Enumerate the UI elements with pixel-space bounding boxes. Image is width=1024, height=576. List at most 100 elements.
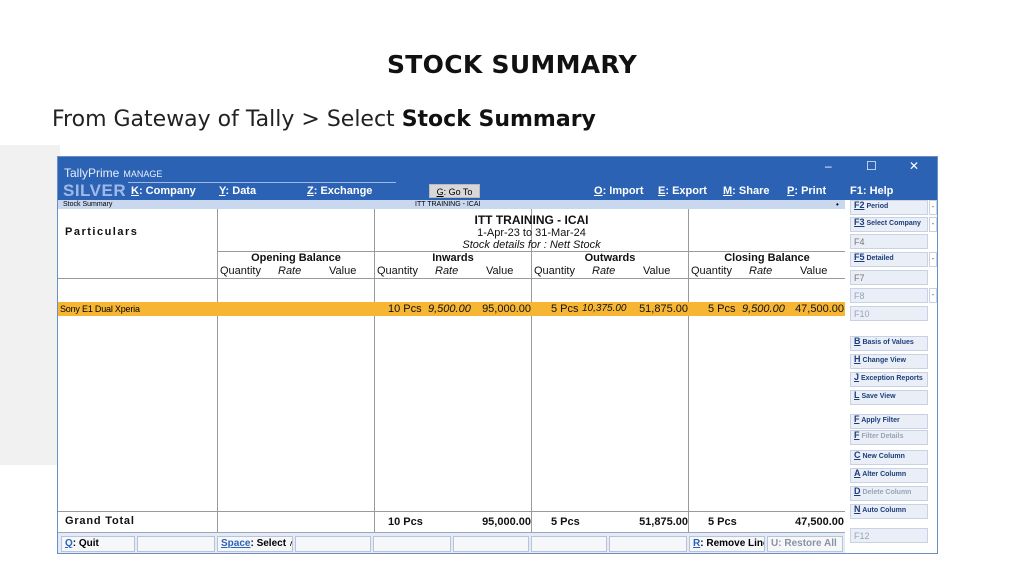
remove-line-button[interactable]: R: Remove Line [689,536,765,552]
sidebar-new-column[interactable]: C New Column [850,450,928,465]
outwards-quantity: 5 Pcs [551,303,579,315]
slide-subtitle: From Gateway of Tally > Select Stock Sum… [52,107,596,132]
col-quantity: Quantity [534,265,575,277]
sidebar-basis-of-values[interactable]: B Basis of Values [850,336,928,351]
tallyprime-window: TallyPrime MANAGE SILVER K: Company Y: Da… [57,156,938,554]
total-divider [58,511,845,512]
group-opening-balance: Opening Balance [251,252,341,264]
menu-data[interactable]: Y: Data [219,185,256,197]
sidebar-detailed[interactable]: F5 Detailed [850,252,928,267]
menu-print[interactable]: P: Print [787,185,826,197]
sidebar-gutter: - [929,288,937,303]
company-name: ITT TRAINING - ICAI [474,213,589,227]
report-period: 1-Apr-23 to 31-Mar-24 [477,227,586,239]
report-title-bar: Stock Summary ITT TRAINING - ICAI • [58,200,845,209]
subtitle-bold: Stock Summary [401,107,596,132]
select-button[interactable]: Space: Select ∧ [217,536,293,552]
sidebar-period[interactable]: F2 Period [850,200,928,215]
bottom-button-bar: Q: Quit Space: Select ∧ R: Remove Line U… [58,532,845,553]
col-value: Value [486,265,514,277]
sidebar-f8[interactable]: F8 [850,288,928,303]
sidebar-exception-reports[interactable]: J Exception Reports [850,372,928,387]
sidebar-auto-column[interactable]: N Auto Column [850,504,928,519]
col-rate: Rate [749,265,773,277]
inwards-value: 95,000.00 [482,303,531,315]
subtitle-prefix: From Gateway of Tally > Select [52,107,402,132]
sidebar-f7[interactable]: F7 [850,270,928,285]
edition-label: SILVER [63,181,127,200]
bar-indicator: • [836,200,839,209]
col-quantity: Quantity [691,265,732,277]
closing-rate: 9,500.00 [742,303,785,315]
grand-total-closing-value: 47,500.00 [795,516,844,528]
col-value: Value [329,265,357,277]
col-rate: Rate [278,265,302,277]
inwards-rate: 9,500.00 [428,303,471,315]
right-button-panel: F2 Period - F3 Select Company - F4 F5 De… [845,200,937,543]
quit-button[interactable]: Q: Quit [61,536,135,552]
bottom-empty-slot [453,536,529,552]
col-rate: Rate [435,265,459,277]
menu-help[interactable]: F1: Help [850,185,893,197]
col-quantity: Quantity [377,265,418,277]
sidebar-gutter: - [929,200,937,215]
grand-total-outwards-value: 51,875.00 [639,516,688,528]
maximize-icon[interactable]: ☐ [866,159,877,173]
particulars-header: Particulars [65,226,139,238]
sidebar-gutter: - [929,252,937,267]
brand-name: TallyPrime MANAGE [64,166,163,180]
sidebar-delete-column[interactable]: D Delete Column [850,486,928,501]
grand-total-inwards-value: 95,000.00 [482,516,531,528]
inwards-quantity: 10 Pcs [388,303,422,315]
group-outwards: Outwards [584,252,636,264]
outwards-rate: 10,375.00 [582,303,627,314]
sidebar-alter-column[interactable]: A Alter Column [850,468,928,483]
slide-background-band [0,145,60,465]
sidebar-f10[interactable]: F10 [850,306,928,321]
menu-share[interactable]: M: Share [723,185,769,197]
grand-total-outwards-qty: 5 Pcs [551,516,580,528]
sidebar-f12[interactable]: F12 [850,528,928,543]
stock-summary-grid: Particulars ITT TRAINING - ICAI 1-Apr-23… [58,209,845,532]
closing-quantity: 5 Pcs [708,303,736,315]
col-value: Value [800,265,828,277]
menu-goto[interactable]: G: Go To [429,184,480,198]
menu-import[interactable]: O: Import [594,185,644,197]
bottom-empty-slot [531,536,607,552]
close-icon[interactable]: ✕ [909,159,919,173]
slide-title: STOCK SUMMARY [386,50,638,79]
sidebar-gutter: - [929,217,937,232]
stock-details: Stock details for : Nett Stock [462,239,601,251]
sidebar-f4[interactable]: F4 [850,234,928,249]
report-company: ITT TRAINING - ICAI [415,201,481,208]
menu-divider [128,182,396,183]
brand-tag: MANAGE [123,169,163,179]
sidebar-select-company[interactable]: F3 Select Company [850,217,928,232]
top-menu-bar: TallyPrime MANAGE SILVER K: Company Y: Da… [58,157,937,200]
report-name: Stock Summary [63,201,113,208]
item-name[interactable]: Sony E1 Dual Xperia [60,302,140,316]
group-closing-balance: Closing Balance [724,252,810,264]
sidebar-change-view[interactable]: H Change View [850,354,928,369]
bottom-empty-slot [373,536,451,552]
header-bottom-divider [58,278,845,279]
bottom-empty-slot [609,536,687,552]
select-arrow-icon: ∧ [289,539,292,548]
sidebar-filter-details[interactable]: F Filter Details [850,430,928,445]
grand-total-closing-qty: 5 Pcs [708,516,737,528]
bottom-empty-slot [137,536,215,552]
closing-value: 47,500.00 [795,303,844,315]
sidebar-save-view[interactable]: L Save View [850,390,928,405]
col-rate: Rate [592,265,616,277]
minimize-icon[interactable]: – [825,159,832,173]
menu-export[interactable]: E: Export [658,185,707,197]
grand-total-label: Grand Total [65,515,135,527]
group-inwards: Inwards [432,252,474,264]
sidebar-apply-filter[interactable]: F Apply Filter [850,414,928,429]
menu-company[interactable]: K: Company [131,185,196,197]
col-quantity: Quantity [220,265,261,277]
menu-exchange[interactable]: Z: Exchange [307,185,372,197]
bottom-empty-slot [295,536,371,552]
restore-all-button[interactable]: U: Restore All [767,536,843,552]
grand-total-inwards-qty: 10 Pcs [388,516,423,528]
